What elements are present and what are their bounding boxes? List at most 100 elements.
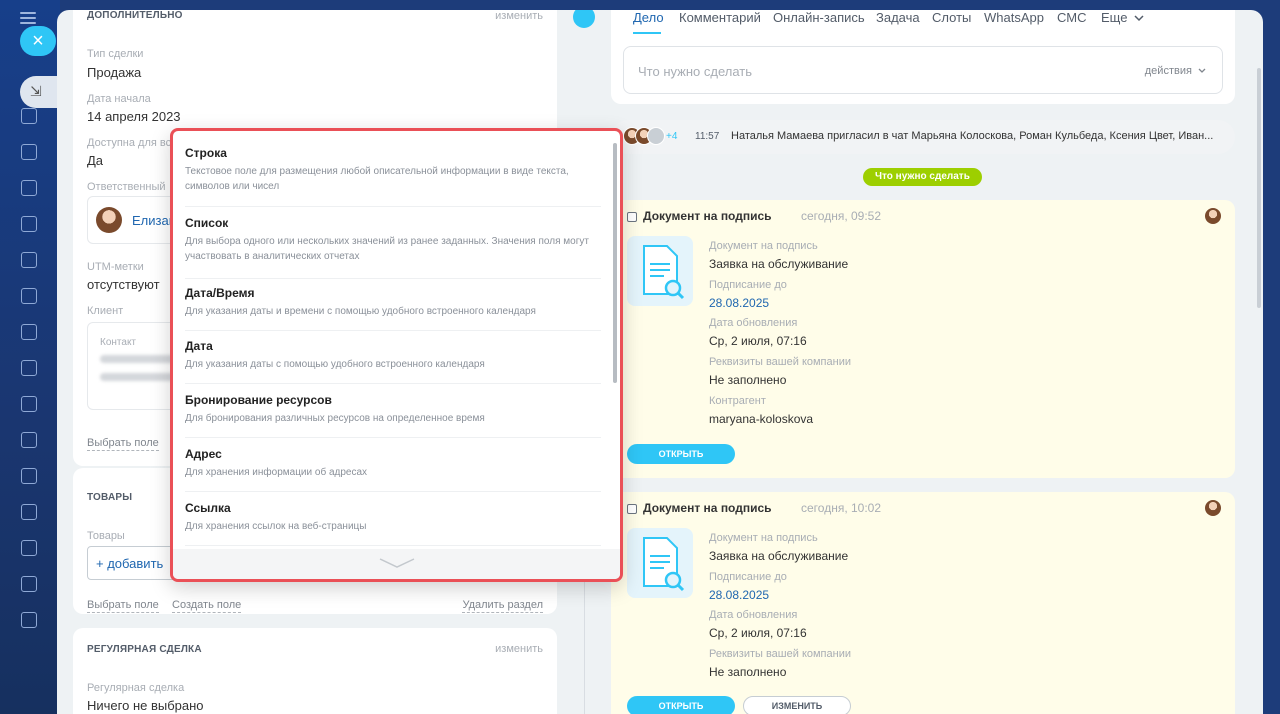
doc-field-value: Не заполнено <box>709 665 787 679</box>
field-type-option[interactable]: Дата/Время Для указания даты и времени с… <box>185 285 601 331</box>
doc-field-value: Ср, 2 июля, 07:16 <box>709 334 807 348</box>
nav-item-icon[interactable] <box>21 216 37 232</box>
nav-item-icon[interactable] <box>21 612 37 628</box>
doc-time: сегодня, 10:02 <box>801 501 882 515</box>
field-type-option[interactable]: Дата Для указания даты с помощью удобног… <box>185 338 601 384</box>
section-regular: РЕГУЛЯРНАЯ СДЕЛКА изменить Регулярная сд… <box>73 628 557 714</box>
doc-field-label: Дата обновления <box>709 317 798 329</box>
nav-item-icon[interactable] <box>21 252 37 268</box>
avatar <box>1205 208 1221 224</box>
chat-event-row[interactable]: +4 11:57 Наталья Мамаева пригласил в чат… <box>611 120 1235 154</box>
active-tab-underline <box>633 32 661 34</box>
event-time: 11:57 <box>695 131 720 142</box>
doc-title: Документ на подпись <box>643 501 772 515</box>
edit-section-link[interactable]: изменить <box>495 643 543 655</box>
nav-item-icon[interactable] <box>21 540 37 556</box>
select-field-link[interactable]: Выбрать поле <box>87 599 159 613</box>
doc-field-label: Контрагент <box>709 395 766 407</box>
doc-field-value: maryana-koloskova <box>709 412 814 426</box>
tab-online-booking[interactable]: Онлайн-запись <box>773 10 865 25</box>
page-scrollbar[interactable] <box>1257 68 1261 308</box>
option-description: Для выбора одного или нескольких значени… <box>185 236 589 262</box>
field-type-option[interactable]: Ссылка Для хранения ссылок на веб-страни… <box>185 500 601 546</box>
field-type-option[interactable]: Список Для выбора одного или нескольких … <box>185 215 601 279</box>
field-type-option[interactable]: Бронирование ресурсов Для бронирования р… <box>185 392 601 438</box>
menu-icon[interactable] <box>20 12 36 27</box>
option-description: Текстовое поле для размещения любой опис… <box>185 166 569 192</box>
avatar <box>96 207 122 233</box>
tab-more-label: Еще <box>1101 10 1128 25</box>
responsible-label: Ответственный <box>87 181 166 193</box>
doc-field-value: Заявка на обслуживание <box>709 549 849 563</box>
client-label: Клиент <box>87 305 124 317</box>
open-button[interactable]: ОТКРЫТЬ <box>627 696 735 714</box>
nav-item-active[interactable]: ⇲ <box>20 76 60 108</box>
doc-deadline-link[interactable]: 28.08.2025 <box>709 296 769 310</box>
tab-slots[interactable]: Слоты <box>932 10 971 25</box>
field-label: Тип сделки <box>87 48 144 60</box>
option-title: Дата <box>185 339 213 353</box>
complete-checkbox[interactable] <box>627 212 637 222</box>
popup-scroll-down[interactable] <box>173 549 620 579</box>
tab-deal[interactable]: Дело <box>633 10 664 25</box>
doc-field-label: Документ на подпись <box>709 532 818 544</box>
todo-actions-dropdown[interactable]: действия <box>1145 65 1206 77</box>
field-value: Да <box>87 153 104 168</box>
delete-section-link[interactable]: Удалить раздел <box>462 599 543 613</box>
edit-section-link[interactable]: изменить <box>495 10 543 22</box>
tab-more[interactable]: Еще <box>1101 10 1144 25</box>
section-title: РЕГУЛЯРНАЯ СДЕЛКА <box>87 644 202 655</box>
field-value: 14 апреля 2023 <box>87 109 181 124</box>
avatar <box>647 127 665 145</box>
nav-item-icon[interactable] <box>21 432 37 448</box>
avatar <box>1205 500 1221 516</box>
create-field-link[interactable]: Создать поле <box>172 599 242 613</box>
nav-item-icon[interactable] <box>21 396 37 412</box>
doc-field-label: Реквизиты вашей компании <box>709 648 851 660</box>
document-search-icon <box>627 528 693 598</box>
nav-item-icon[interactable] <box>21 576 37 592</box>
contact-label: Контакт <box>100 337 137 348</box>
nav-item-icon[interactable] <box>21 108 37 124</box>
select-field-link[interactable]: Выбрать поле <box>87 437 159 451</box>
chevron-down-icon <box>1198 68 1206 73</box>
tab-comment[interactable]: Комментарий <box>679 10 761 25</box>
nav-item-icon[interactable] <box>21 288 37 304</box>
nav-item-icon[interactable] <box>21 324 37 340</box>
field-label: Дата начала <box>87 93 151 105</box>
field-label: Товары <box>87 530 125 542</box>
todo-placeholder: Что нужно сделать <box>638 64 752 79</box>
document-card: Документ на подпись сегодня, 09:52 Докум… <box>611 200 1235 478</box>
nav-item-icon[interactable] <box>21 180 37 196</box>
download-icon: ⇲ <box>30 83 42 99</box>
doc-field-value: Заявка на обслуживание <box>709 257 849 271</box>
nav-item-icon[interactable] <box>21 504 37 520</box>
tab-sms[interactable]: СМС <box>1057 10 1086 25</box>
more-participants-count: +4 <box>666 131 678 142</box>
chevron-down-icon <box>379 558 415 568</box>
field-label: Регулярная сделка <box>87 682 185 694</box>
option-title: Ссылка <box>185 501 231 515</box>
doc-deadline-link[interactable]: 28.08.2025 <box>709 588 769 602</box>
todo-divider-badge: Что нужно сделать <box>863 168 982 186</box>
document-card: Документ на подпись сегодня, 10:02 Докум… <box>611 492 1235 714</box>
nav-item-icon[interactable] <box>21 360 37 376</box>
todo-actions-label: действия <box>1144 65 1192 77</box>
tab-whatsapp[interactable]: WhatsApp <box>984 10 1044 25</box>
close-icon[interactable]: × <box>20 26 56 56</box>
change-button[interactable]: ИЗМЕНИТЬ <box>743 696 851 714</box>
popup-scrollbar[interactable] <box>613 143 617 383</box>
field-type-option[interactable]: Строка Текстовое поле для размещения люб… <box>185 145 601 207</box>
left-navigation-bar: × ⇲ <box>0 0 60 714</box>
complete-checkbox[interactable] <box>627 504 637 514</box>
doc-field-label: Подписание до <box>709 571 787 583</box>
nav-item-icon[interactable] <box>21 468 37 484</box>
todo-input[interactable]: Что нужно сделать действия <box>623 46 1223 94</box>
nav-item-icon[interactable] <box>21 144 37 160</box>
tab-task[interactable]: Задача <box>876 10 920 25</box>
option-description: Для указания даты и времени с помощью уд… <box>185 306 536 317</box>
document-search-icon <box>627 236 693 306</box>
field-type-option[interactable]: Адрес Для хранения информации об адресах <box>185 446 601 492</box>
doc-field-value: Не заполнено <box>709 373 787 387</box>
open-button[interactable]: ОТКРЫТЬ <box>627 444 735 464</box>
